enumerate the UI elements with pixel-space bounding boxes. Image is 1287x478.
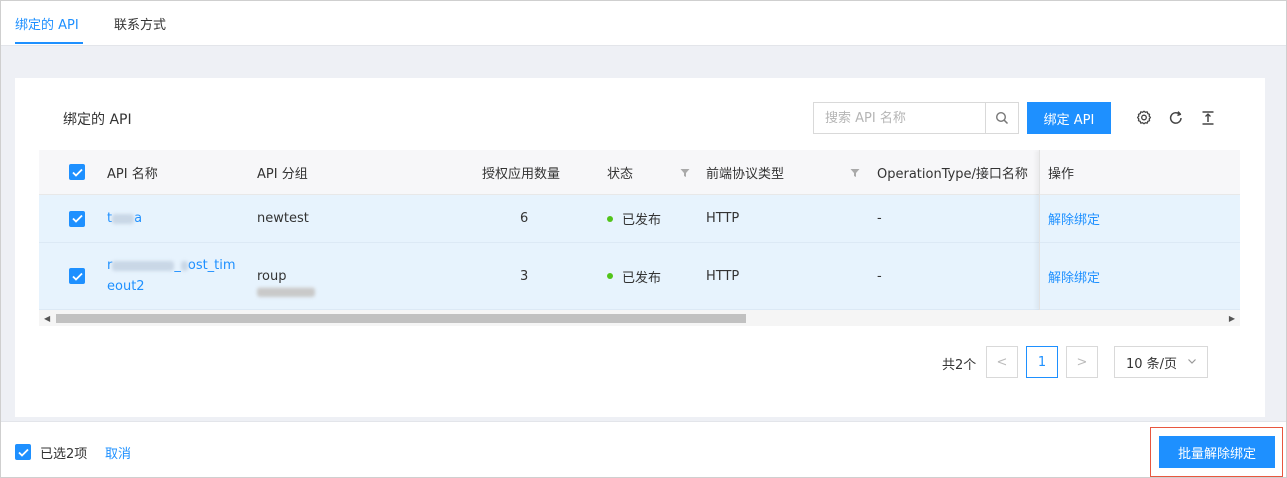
protocol: HTTP [706, 268, 740, 284]
status-dot [607, 215, 613, 222]
select-all-checkbox[interactable] [69, 164, 85, 180]
api-group-suffix: roup [257, 268, 287, 284]
check-icon [71, 272, 83, 281]
header-protocol: 前端协议类型 [706, 166, 785, 182]
api-name-suffix: a [134, 211, 143, 226]
status-text: 已发布 [622, 213, 662, 228]
api-name-suffix: ost_tim [187, 258, 236, 273]
redacted-text [112, 260, 175, 271]
header-status: 状态 [607, 166, 634, 182]
auth-count: 3 [520, 268, 529, 284]
api-group: roup [257, 243, 315, 309]
row-checkbox[interactable] [69, 210, 85, 227]
bound-api-card: 绑定的 API 绑定 API [15, 78, 1265, 417]
pagination-total: 共2个 [942, 358, 977, 373]
status-dot [607, 273, 613, 279]
header-action: 操作 [1048, 166, 1075, 182]
scroll-left-icon[interactable]: ◀ [44, 314, 50, 323]
header-api-name: API 名称 [107, 166, 158, 182]
protocol-filter-icon[interactable] [850, 168, 860, 178]
bind-api-button[interactable]: 绑定 API [1027, 102, 1111, 134]
horizontal-scrollbar[interactable]: ◀ ▶ [39, 310, 1240, 326]
tab-contact[interactable]: 联系方式 [114, 14, 166, 33]
selected-count: 已选2项 [40, 447, 88, 462]
cancel-selection-link[interactable]: 取消 [105, 443, 131, 462]
scroll-right-icon[interactable]: ▶ [1229, 314, 1235, 323]
tab-bound-api[interactable]: 绑定的 API [15, 14, 79, 33]
page-1-button[interactable]: 1 [1026, 346, 1058, 378]
check-icon [71, 168, 83, 177]
prev-page-button[interactable]: < [986, 346, 1018, 378]
tab-bar: 绑定的 API 联系方式 [1, 1, 1286, 45]
search-input[interactable] [814, 103, 986, 133]
active-tab-underline [15, 42, 83, 44]
batch-unbind-button[interactable]: 批量解除绑定 [1159, 436, 1275, 468]
operation-type: - [877, 268, 882, 284]
status-filter-icon[interactable] [680, 168, 690, 178]
page-size-value: 10 条/页 [1126, 356, 1178, 372]
redacted-text [257, 287, 315, 297]
api-name-link[interactable]: ta [107, 195, 142, 242]
operation-type: - [877, 211, 882, 226]
unbind-link[interactable]: 解除绑定 [1048, 195, 1100, 242]
chevron-down-icon [1188, 359, 1196, 364]
status-cell: 已发布 [607, 243, 661, 309]
redacted-text [180, 260, 188, 271]
header-api-group: API 分组 [257, 166, 308, 182]
api-table: API 名称 API 分组 授权应用数量 状态 前端协议类型 Operation… [39, 150, 1240, 330]
search-button[interactable] [985, 103, 1018, 133]
search-icon [995, 111, 1009, 125]
check-icon [71, 214, 83, 223]
api-name-mid: _ [174, 258, 181, 273]
protocol: HTTP [706, 211, 740, 226]
check-icon [17, 448, 29, 457]
selected-checkbox[interactable] [15, 444, 31, 460]
status-cell: 已发布 [607, 195, 661, 242]
api-group: newtest [257, 211, 309, 226]
api-name-line2: eout2 [107, 279, 145, 294]
batch-action-footer: 已选2项 取消 批量解除绑定 [1, 421, 1286, 477]
page-frame: 绑定的 API 联系方式 绑定的 API 绑定 API [0, 0, 1287, 478]
redacted-text [112, 213, 135, 224]
settings-icon[interactable] [1135, 109, 1153, 127]
scrollbar-thumb[interactable] [56, 314, 746, 323]
search-box [813, 102, 1019, 134]
action-column: 操作 解除绑定 解除绑定 [1039, 150, 1240, 310]
refresh-icon[interactable] [1167, 109, 1185, 127]
content-area: 绑定的 API 绑定 API [1, 45, 1286, 421]
page-size-select[interactable]: 10 条/页 [1114, 346, 1208, 378]
unbind-link[interactable]: 解除绑定 [1048, 243, 1100, 309]
header-auth-count: 授权应用数量 [482, 166, 561, 182]
header-operation-type: OperationType/接口名称 [877, 166, 1028, 182]
next-page-button[interactable]: > [1066, 346, 1098, 378]
row-checkbox[interactable] [69, 268, 85, 284]
status-text: 已发布 [622, 270, 662, 286]
api-name-link[interactable]: r _ ost_tim eout2 [107, 243, 247, 309]
card-title: 绑定的 API [63, 112, 132, 128]
density-icon[interactable] [1199, 109, 1217, 127]
auth-count: 6 [520, 211, 529, 226]
